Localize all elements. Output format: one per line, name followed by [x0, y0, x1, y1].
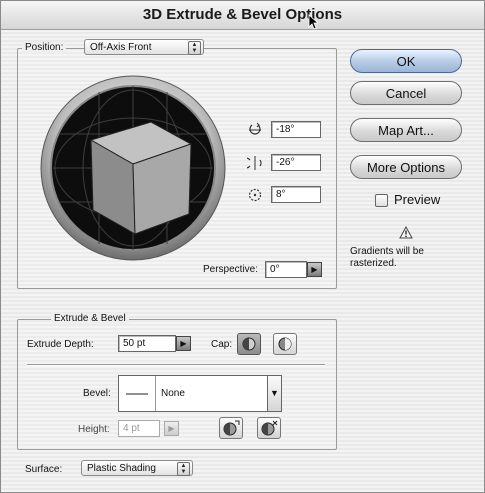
more-options-button[interactable]: More Options [350, 155, 462, 179]
bevel-dropdown-button[interactable]: ▼ [268, 375, 282, 412]
bevel-extent-out-icon [261, 420, 278, 436]
rotate-x-field[interactable]: -18° [271, 121, 321, 138]
ok-button[interactable]: OK [350, 49, 462, 73]
extrude-depth-slider-toggle[interactable]: ▶ [176, 336, 191, 351]
position-label: Position: [22, 42, 67, 53]
warning-text-line2: rasterized. [350, 258, 397, 269]
popup-arrows-icon: ▲ ▼ [177, 462, 190, 476]
extrude-divider [27, 364, 325, 366]
triangle-right-icon: ▶ [168, 424, 175, 433]
surface-select[interactable]: Plastic Shading ▲ ▼ [81, 460, 193, 476]
warning-icon [399, 226, 413, 239]
position-select-value: Off-Axis Front [90, 42, 152, 53]
rotate-z-axis-icon [248, 188, 262, 202]
extrude-bevel-group-label: Extrude & Bevel [51, 313, 129, 324]
chevron-down-icon: ▼ [270, 388, 279, 398]
bevel-extent-out-button[interactable] [257, 417, 281, 439]
cap-on-icon [242, 337, 256, 351]
bevel-select-value: None [161, 388, 185, 399]
position-select[interactable]: Off-Axis Front ▲ ▼ [84, 39, 204, 55]
rotate-y-axis-icon [247, 156, 262, 170]
title-bar[interactable]: 3D Extrude & Bevel Options [1, 1, 484, 30]
cap-label: Cap: [211, 339, 233, 350]
cube-preview [89, 121, 193, 235]
surface-label: Surface: [25, 464, 63, 475]
height-label: Height: [78, 424, 110, 435]
extrude-depth-field[interactable]: 50 pt [118, 335, 176, 352]
cap-off-button[interactable] [273, 333, 297, 355]
bevel-extent-in-icon [223, 420, 240, 436]
cap-off-icon [278, 337, 292, 351]
cap-on-button[interactable] [237, 333, 261, 355]
rotate-y-field[interactable]: -26° [271, 154, 321, 171]
rotate-x-axis-icon [249, 122, 261, 135]
popup-arrows-icon: ▲ ▼ [188, 41, 201, 55]
perspective-field[interactable]: 0° [265, 261, 307, 278]
extrude-depth-label: Extrude Depth: [27, 339, 94, 350]
surface-select-value: Plastic Shading [87, 463, 156, 474]
perspective-label: Perspective: [203, 264, 259, 275]
preview-label[interactable]: Preview [394, 192, 440, 207]
triangle-right-icon: ▶ [311, 265, 318, 274]
rotate-z-field[interactable]: 8° [271, 186, 321, 203]
map-art-button[interactable]: Map Art... [350, 118, 462, 142]
height-field[interactable]: 4 pt [118, 420, 160, 437]
perspective-slider-toggle[interactable]: ▶ [307, 262, 322, 277]
preview-checkbox[interactable] [375, 194, 388, 207]
dialog-window: 3D Extrude & Bevel Options Position: Off… [0, 0, 485, 493]
warning-text-line1: Gradients will be [350, 246, 424, 257]
mouse-pointer-icon [308, 14, 318, 30]
bevel-select[interactable]: None [118, 375, 268, 412]
bevel-label: Bevel: [83, 388, 111, 399]
cancel-button[interactable]: Cancel [350, 81, 462, 105]
bevel-profile-icon [126, 393, 148, 395]
rotation-trackball[interactable] [39, 74, 227, 262]
bevel-extent-in-button[interactable] [219, 417, 243, 439]
height-slider-toggle[interactable]: ▶ [164, 421, 179, 436]
triangle-right-icon: ▶ [180, 339, 187, 348]
